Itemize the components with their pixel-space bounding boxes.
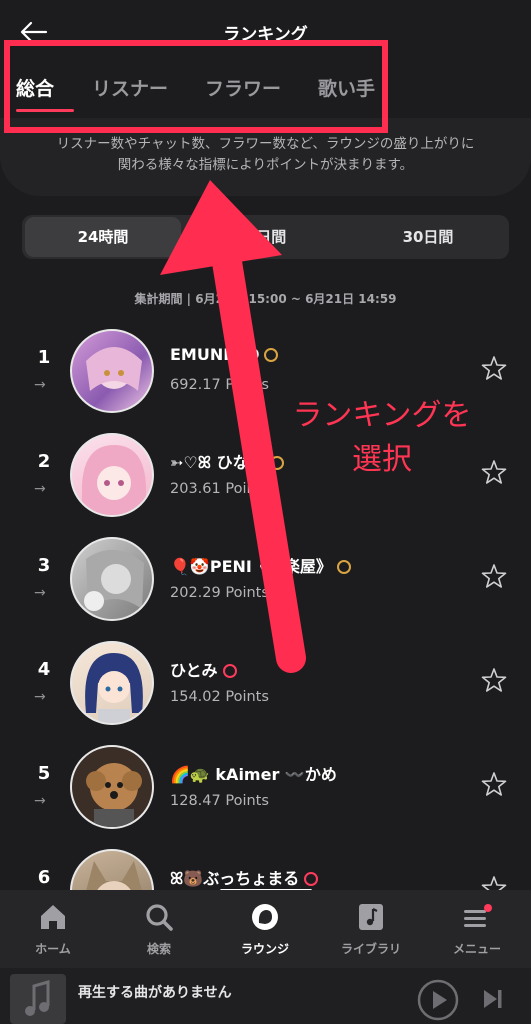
medal-icon bbox=[264, 348, 279, 362]
ranking-row[interactable]: 5 → 🌈🐢 kAimer 〰️かめ 128.47 Points bbox=[0, 741, 531, 845]
points: 128.47 Points bbox=[170, 793, 269, 809]
star-icon[interactable] bbox=[481, 563, 507, 589]
points: 202.29 Points bbox=[170, 585, 269, 601]
user-name: 🎈🤡PENI《朗楽屋》 bbox=[170, 553, 351, 577]
music-note-icon bbox=[25, 980, 50, 1016]
nav-label: ライブラリ bbox=[340, 942, 401, 956]
trend-arrow-icon: → bbox=[34, 585, 46, 601]
annotation-line-2: 選択 bbox=[352, 442, 412, 477]
user-name-text: EMUNEKO bbox=[170, 345, 260, 364]
ranking-row[interactable]: 4 → ひとみ 154.02 Points bbox=[0, 637, 531, 741]
annotation-text: ランキングを 選択 bbox=[262, 394, 502, 482]
avatar[interactable] bbox=[70, 641, 154, 725]
points: 692.17 Points bbox=[170, 377, 269, 393]
description-line-2: 関わる様々な指標によりポイントが決まります。 bbox=[117, 157, 414, 173]
nav-library[interactable]: ライブラリ bbox=[318, 890, 424, 968]
annotation-line-1: ランキングを bbox=[292, 398, 472, 433]
rank-number: 6 bbox=[37, 867, 51, 888]
medal-icon bbox=[222, 664, 237, 678]
avatar[interactable] bbox=[70, 745, 154, 829]
home-icon bbox=[41, 905, 65, 929]
nav-lounge[interactable]: ラウンジ bbox=[212, 890, 318, 968]
ranking-row[interactable]: 3 → 🎈🤡PENI《朗楽屋》 202.29 Points bbox=[0, 533, 531, 637]
star-icon[interactable] bbox=[481, 771, 507, 797]
search-icon bbox=[146, 904, 173, 931]
trend-arrow-icon: → bbox=[34, 481, 46, 497]
period-selector: 24時間 7日間 30日間 bbox=[22, 215, 509, 259]
user-name: ひとみ bbox=[170, 657, 237, 681]
skip-next-icon[interactable] bbox=[480, 986, 506, 1012]
user-name-text: 🎈🤡PENI《朗楽屋》 bbox=[170, 557, 332, 576]
bottom-navigation: ホーム 検索 ラウンジ ライブラリ メニュー bbox=[0, 890, 531, 968]
medal-icon bbox=[336, 560, 351, 574]
rank-number: 2 bbox=[37, 451, 51, 472]
ranking-description: リスナー数やチャット数、フラワー数など、ラウンジの盛り上がりに 関わる様々な指標… bbox=[0, 134, 531, 176]
play-button[interactable] bbox=[416, 978, 460, 1022]
period-30d[interactable]: 30日間 bbox=[348, 215, 508, 259]
user-name: ꕤ🐻ぶっちょまる bbox=[170, 865, 319, 889]
nav-label: ホーム bbox=[35, 942, 71, 956]
nav-menu[interactable]: メニュー bbox=[424, 890, 530, 968]
user-name-text: ➳♡ꕤ ひなた bbox=[170, 453, 265, 472]
trend-arrow-icon: → bbox=[34, 689, 46, 705]
points: 154.02 Points bbox=[170, 689, 269, 705]
aggregation-period: 集計期間 | 6月20日 15:00 ~ 6月21日 14:59 bbox=[134, 292, 397, 306]
trend-arrow-icon: → bbox=[34, 793, 46, 809]
lounge-icon bbox=[252, 904, 278, 930]
trend-arrow-icon: → bbox=[34, 377, 46, 393]
rank-number: 5 bbox=[37, 763, 51, 784]
user-name-text: ꕤ🐻ぶっちょまる bbox=[170, 869, 300, 888]
rank-number: 3 bbox=[37, 555, 51, 576]
points: 203.61 Points bbox=[170, 481, 269, 497]
period-24h[interactable]: 24時間 bbox=[25, 217, 181, 257]
description-line-1: リスナー数やチャット数、フラワー数など、ラウンジの盛り上がりに bbox=[56, 136, 475, 152]
library-icon bbox=[359, 904, 383, 930]
star-icon[interactable] bbox=[481, 355, 507, 381]
annotation-highlight-box bbox=[4, 40, 388, 133]
medal-icon bbox=[304, 872, 319, 886]
avatar[interactable] bbox=[70, 537, 154, 621]
user-name: 🌈🐢 kAimer 〰️かめ bbox=[170, 765, 337, 784]
period-7d[interactable]: 7日間 bbox=[186, 215, 346, 259]
nav-label: ラウンジ bbox=[240, 942, 289, 956]
star-icon[interactable] bbox=[481, 667, 507, 693]
rank-number: 4 bbox=[37, 659, 51, 680]
nav-home[interactable]: ホーム bbox=[0, 890, 106, 968]
nav-label: メニュー bbox=[452, 942, 501, 956]
avatar[interactable] bbox=[70, 433, 154, 517]
album-art bbox=[10, 974, 66, 1024]
user-name-text: ひとみ bbox=[170, 661, 218, 680]
nav-search[interactable]: 検索 bbox=[106, 890, 212, 968]
avatar[interactable] bbox=[70, 329, 154, 413]
menu-icon bbox=[464, 904, 492, 927]
now-playing-text: 再生する曲がありません bbox=[78, 985, 232, 1001]
user-name: EMUNEKO bbox=[170, 345, 279, 364]
rank-number: 1 bbox=[37, 347, 51, 368]
nav-label: 検索 bbox=[146, 942, 171, 956]
mini-player[interactable]: 再生する曲がありません bbox=[0, 968, 531, 1024]
